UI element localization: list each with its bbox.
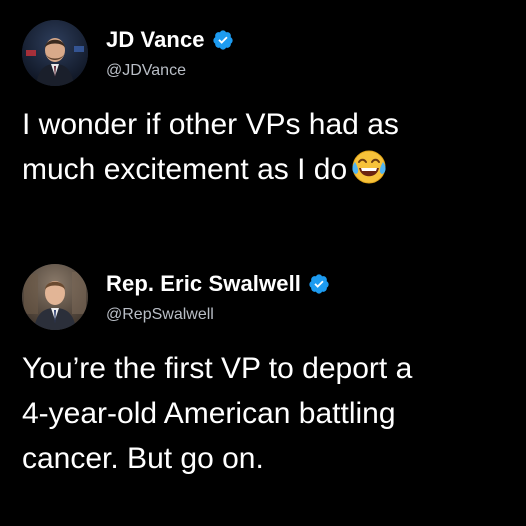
tweet-text-content: You’re the first VP to deport a 4-year-o… [22, 352, 413, 475]
avatar[interactable] [22, 264, 88, 330]
handle[interactable]: @RepSwalwell [106, 306, 214, 324]
tweet-text: You’re the first VP to deport a 4-year-o… [22, 346, 502, 481]
tweet-text-content: I wonder if other VPs had as much excite… [22, 108, 399, 186]
tweet-jd-vance: JD Vance @JDVance I wonder if other VPs … [0, 18, 526, 186]
name-row: JD Vance [106, 27, 234, 53]
tweet-header: Rep. Eric Swalwell @RepSwalwell [0, 262, 526, 334]
display-name[interactable]: JD Vance [106, 27, 205, 53]
avatar-photo [22, 264, 88, 330]
tweet-header: JD Vance @JDVance [0, 18, 526, 90]
face-with-tears-of-joy-emoji-icon [351, 149, 387, 185]
handle[interactable]: @JDVance [106, 62, 186, 80]
tweet-eric-swalwell: Rep. Eric Swalwell @RepSwalwell You’re t… [0, 262, 526, 475]
name-row: Rep. Eric Swalwell [106, 271, 330, 297]
verified-badge-icon [212, 29, 234, 51]
display-name[interactable]: Rep. Eric Swalwell [106, 271, 301, 297]
tweet-text: I wonder if other VPs had as much excite… [22, 102, 502, 192]
verified-badge-icon [308, 273, 330, 295]
avatar[interactable] [22, 20, 88, 86]
avatar-photo [22, 20, 88, 86]
